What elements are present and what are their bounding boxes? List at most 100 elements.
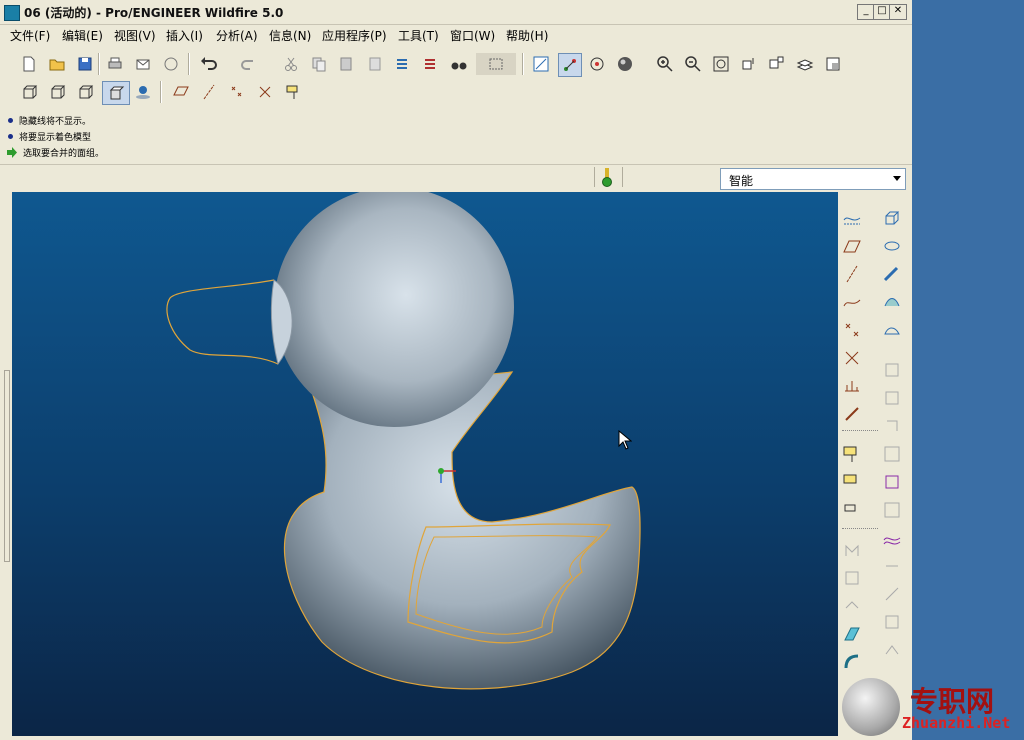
- solidify-icon[interactable]: [880, 610, 904, 634]
- selection-filter-dropdown[interactable]: 智能: [720, 168, 906, 190]
- analysis-feature-icon[interactable]: [840, 374, 864, 398]
- csys-icon[interactable]: [840, 346, 864, 370]
- print-icon[interactable]: [104, 53, 126, 75]
- window-title: 06 (活动的) - Pro/ENGINEER Wildfire 5.0: [24, 6, 284, 20]
- pattern-icon[interactable]: [880, 442, 904, 466]
- redo-icon[interactable]: [238, 53, 260, 75]
- annotation-feature-icon[interactable]: [840, 470, 864, 494]
- menu-help[interactable]: 帮助(H): [506, 27, 548, 44]
- regen-status-icon[interactable]: [601, 168, 613, 188]
- point-icon[interactable]: [840, 318, 864, 342]
- curve-icon[interactable]: [840, 290, 864, 314]
- menu-insert[interactable]: 插入(I): [166, 27, 203, 44]
- selection-box-icon[interactable]: [476, 53, 516, 75]
- message-line-3: 选取要合并的面组。: [6, 146, 104, 159]
- menu-applications[interactable]: 应用程序(P): [322, 27, 387, 44]
- shell-icon[interactable]: [880, 386, 904, 410]
- shading-icon[interactable]: [102, 81, 130, 105]
- boundary-blend-icon[interactable]: [880, 290, 904, 314]
- datum-planes-icon[interactable]: [170, 81, 192, 103]
- sweep-icon[interactable]: [880, 262, 904, 286]
- annotation-display-icon[interactable]: [282, 81, 304, 103]
- open-folder-icon[interactable]: [46, 53, 68, 75]
- project-icon[interactable]: [880, 638, 904, 662]
- paste-special-icon[interactable]: [364, 53, 386, 75]
- menu-tools[interactable]: 工具(T): [398, 27, 439, 44]
- intersect-icon[interactable]: [840, 594, 864, 618]
- wireframe-icon[interactable]: [18, 81, 40, 103]
- sketch-tool-icon[interactable]: [840, 206, 864, 230]
- hole-icon[interactable]: [880, 358, 904, 382]
- new-file-icon[interactable]: [18, 53, 40, 75]
- offset-icon[interactable]: [840, 566, 864, 590]
- main-toolbar: [0, 50, 912, 78]
- hidden-line-icon[interactable]: [46, 81, 68, 103]
- bullet-icon: [8, 134, 13, 139]
- draft-icon[interactable]: [840, 622, 864, 646]
- email-link-icon[interactable]: [160, 53, 182, 75]
- zoom-in-icon[interactable]: [654, 53, 676, 75]
- duck-model[interactable]: [12, 192, 838, 736]
- feature-toolbar-right: [838, 192, 912, 740]
- watermark-logo: [842, 678, 900, 736]
- cut-icon[interactable]: [280, 53, 302, 75]
- orient-mode-icon[interactable]: [586, 53, 608, 75]
- enhanced-realism-icon[interactable]: [132, 81, 154, 103]
- menu-window[interactable]: 窗口(W): [450, 27, 495, 44]
- round-icon[interactable]: [840, 650, 864, 674]
- display-style-icon[interactable]: [614, 53, 636, 75]
- menu-bar: 文件(F) 编辑(E) 视图(V) 插入(I) 分析(A) 信息(N) 应用程序…: [0, 24, 912, 46]
- regenerate-icon[interactable]: [392, 53, 414, 75]
- refit-icon[interactable]: [710, 53, 732, 75]
- view-manager-icon[interactable]: [822, 53, 844, 75]
- saved-views-icon[interactable]: [766, 53, 788, 75]
- save-icon[interactable]: [74, 53, 96, 75]
- app-window: 06 (活动的) - Pro/ENGINEER Wildfire 5.0 _ □…: [0, 0, 1010, 740]
- regen-manager-icon[interactable]: [420, 53, 442, 75]
- left-splitter[interactable]: [0, 192, 12, 736]
- note-icon[interactable]: [840, 442, 864, 466]
- reorient-icon[interactable]: [738, 53, 760, 75]
- trim-icon[interactable]: [840, 538, 864, 562]
- send-mail-icon[interactable]: [132, 53, 154, 75]
- green-arrow-icon: [7, 147, 17, 158]
- style-surface-icon[interactable]: [880, 318, 904, 342]
- copy-icon[interactable]: [308, 53, 330, 75]
- group-icon[interactable]: [880, 498, 904, 522]
- paste-icon[interactable]: [336, 53, 358, 75]
- plane-icon[interactable]: [840, 234, 864, 258]
- menu-info[interactable]: 信息(N): [269, 27, 311, 44]
- chevron-down-icon: [893, 176, 901, 181]
- extend-icon[interactable]: [880, 554, 904, 578]
- revolve-icon[interactable]: [880, 234, 904, 258]
- extrude-icon[interactable]: [880, 206, 904, 230]
- zoom-out-icon[interactable]: [682, 53, 704, 75]
- close-button[interactable]: ✕: [889, 4, 907, 20]
- spin-center-icon[interactable]: [558, 53, 582, 77]
- repaint-icon[interactable]: [530, 53, 552, 75]
- rib-icon[interactable]: [880, 414, 904, 438]
- no-hidden-icon[interactable]: [74, 81, 96, 103]
- graphics-viewport[interactable]: [12, 192, 838, 736]
- mirror-icon[interactable]: [880, 470, 904, 494]
- menu-file[interactable]: 文件(F): [10, 27, 50, 44]
- merge-surfaces-icon[interactable]: [880, 526, 904, 550]
- find-binoculars-icon[interactable]: [448, 53, 470, 75]
- datum-points-icon[interactable]: [226, 81, 248, 103]
- chain-icon[interactable]: [840, 402, 864, 426]
- axis-icon[interactable]: [840, 262, 864, 286]
- coord-systems-icon[interactable]: [254, 81, 276, 103]
- menu-edit[interactable]: 编辑(E): [62, 27, 103, 44]
- thicken-icon[interactable]: [880, 582, 904, 606]
- undo-icon[interactable]: [198, 53, 220, 75]
- menu-view[interactable]: 视图(V): [114, 27, 156, 44]
- message-line-2: 将要显示着色模型: [8, 130, 91, 143]
- message-text: 隐藏线将不显示。: [19, 117, 92, 127]
- app-icon: [4, 5, 20, 21]
- datum-axes-icon[interactable]: [198, 81, 220, 103]
- menu-analysis[interactable]: 分析(A): [216, 27, 258, 44]
- filter-value: 智能: [729, 174, 754, 188]
- watermark-url: Zhuanzhi.Net: [902, 714, 1011, 732]
- layers-icon[interactable]: [794, 53, 816, 75]
- datum-target-icon[interactable]: [840, 498, 864, 522]
